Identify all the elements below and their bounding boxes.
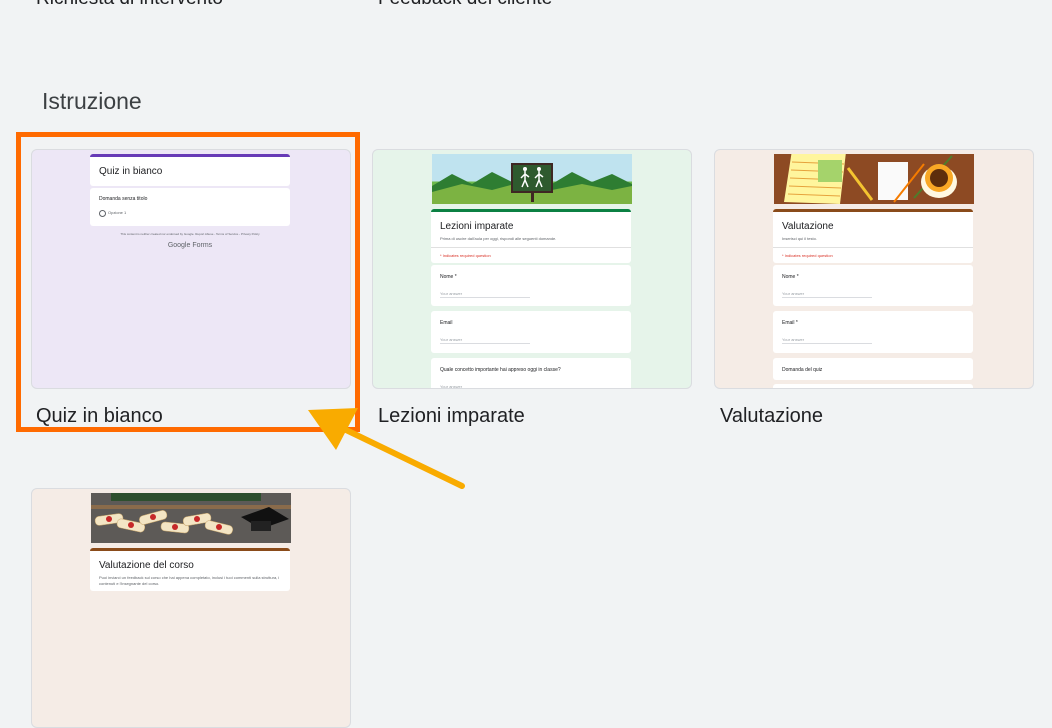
form-card-partial [773,384,973,388]
form-footer-text: This content is neither created nor endo… [120,232,260,236]
hiking-banner-image [432,154,632,204]
required-note: * Indicates required question [440,253,491,258]
question-card-quiz: Domanda del quiz [773,358,973,380]
template-label-feedback[interactable]: Feedback del cliente [378,0,552,10]
form-title: Valutazione [782,221,834,232]
desk-banner-image [774,154,974,204]
template-label-richiesta[interactable]: Richiesta di intervento [36,0,223,10]
field-answer-placeholder: Your answer [440,291,463,296]
template-card-valutazione-del-corso[interactable]: Valutazione del corso Puoi inviarci un f… [31,488,351,728]
field-label: Nome * [782,274,799,280]
field-label: Email * [782,320,798,326]
form-description: Inserisci qui il testo. [782,236,817,241]
google-forms-brand: Google Forms [167,242,213,249]
annotation-arrow-icon [308,408,465,489]
template-title-valutazione[interactable]: Valutazione [720,405,823,428]
field-answer-placeholder: Your answer [782,337,805,342]
field-label: Domanda del quiz [782,367,823,373]
form-title: Valutazione del corso [99,560,194,571]
template-card-valutazione[interactable]: Valutazione Inserisci qui il testo. * In… [714,149,1034,389]
form-description: Puoi inviarci un feedback sul corso che … [99,575,280,586]
field-answer-placeholder: Your answer [440,337,463,342]
section-title: Istruzione [42,88,142,114]
question-card-nome: Nome * Your answer [773,265,973,306]
field-label: Nome * [440,274,457,280]
diplomas-banner-image [91,493,291,543]
field-answer-placeholder: Your answer [782,291,805,296]
question-text: Domanda senza titolo [99,196,148,202]
form-header-card: Lezioni imparate Prima di uscire dall'au… [431,209,631,263]
option-text: Opzione 1 [108,210,127,215]
form-description: Prima di uscire dall'aula per oggi, risp… [440,236,557,241]
field-answer-placeholder: Your answer [440,384,463,389]
form-header-card: Valutazione Inserisci qui il testo. * In… [773,209,973,263]
template-title-quiz-in-bianco[interactable]: Quiz in bianco [36,405,163,428]
question-card-nome: Nome * Your answer [431,265,631,306]
question-card: Domanda senza titolo Opzione 1 [90,188,290,226]
required-note: * Indicates required question [782,253,833,258]
question-card-concetto: Quale concetto importante hai appreso og… [431,358,631,389]
radio-icon [99,210,106,217]
form-header-card: Valutazione del corso Puoi inviarci un f… [90,548,290,591]
template-card-quiz-in-bianco[interactable]: Quiz in bianco Domanda senza titolo Opzi… [31,149,351,389]
template-card-lezioni-imparate[interactable]: Lezioni imparate Prima di uscire dall'au… [372,149,692,389]
form-title: Quiz in bianco [99,166,163,177]
field-label: Email [440,320,453,326]
question-card-email: Email Your answer [431,311,631,353]
form-header-card: Quiz in bianco [90,154,290,186]
question-card-email: Email * Your answer [773,311,973,353]
form-title: Lezioni imparate [440,221,514,232]
field-label: Quale concetto importante hai appreso og… [440,367,561,373]
